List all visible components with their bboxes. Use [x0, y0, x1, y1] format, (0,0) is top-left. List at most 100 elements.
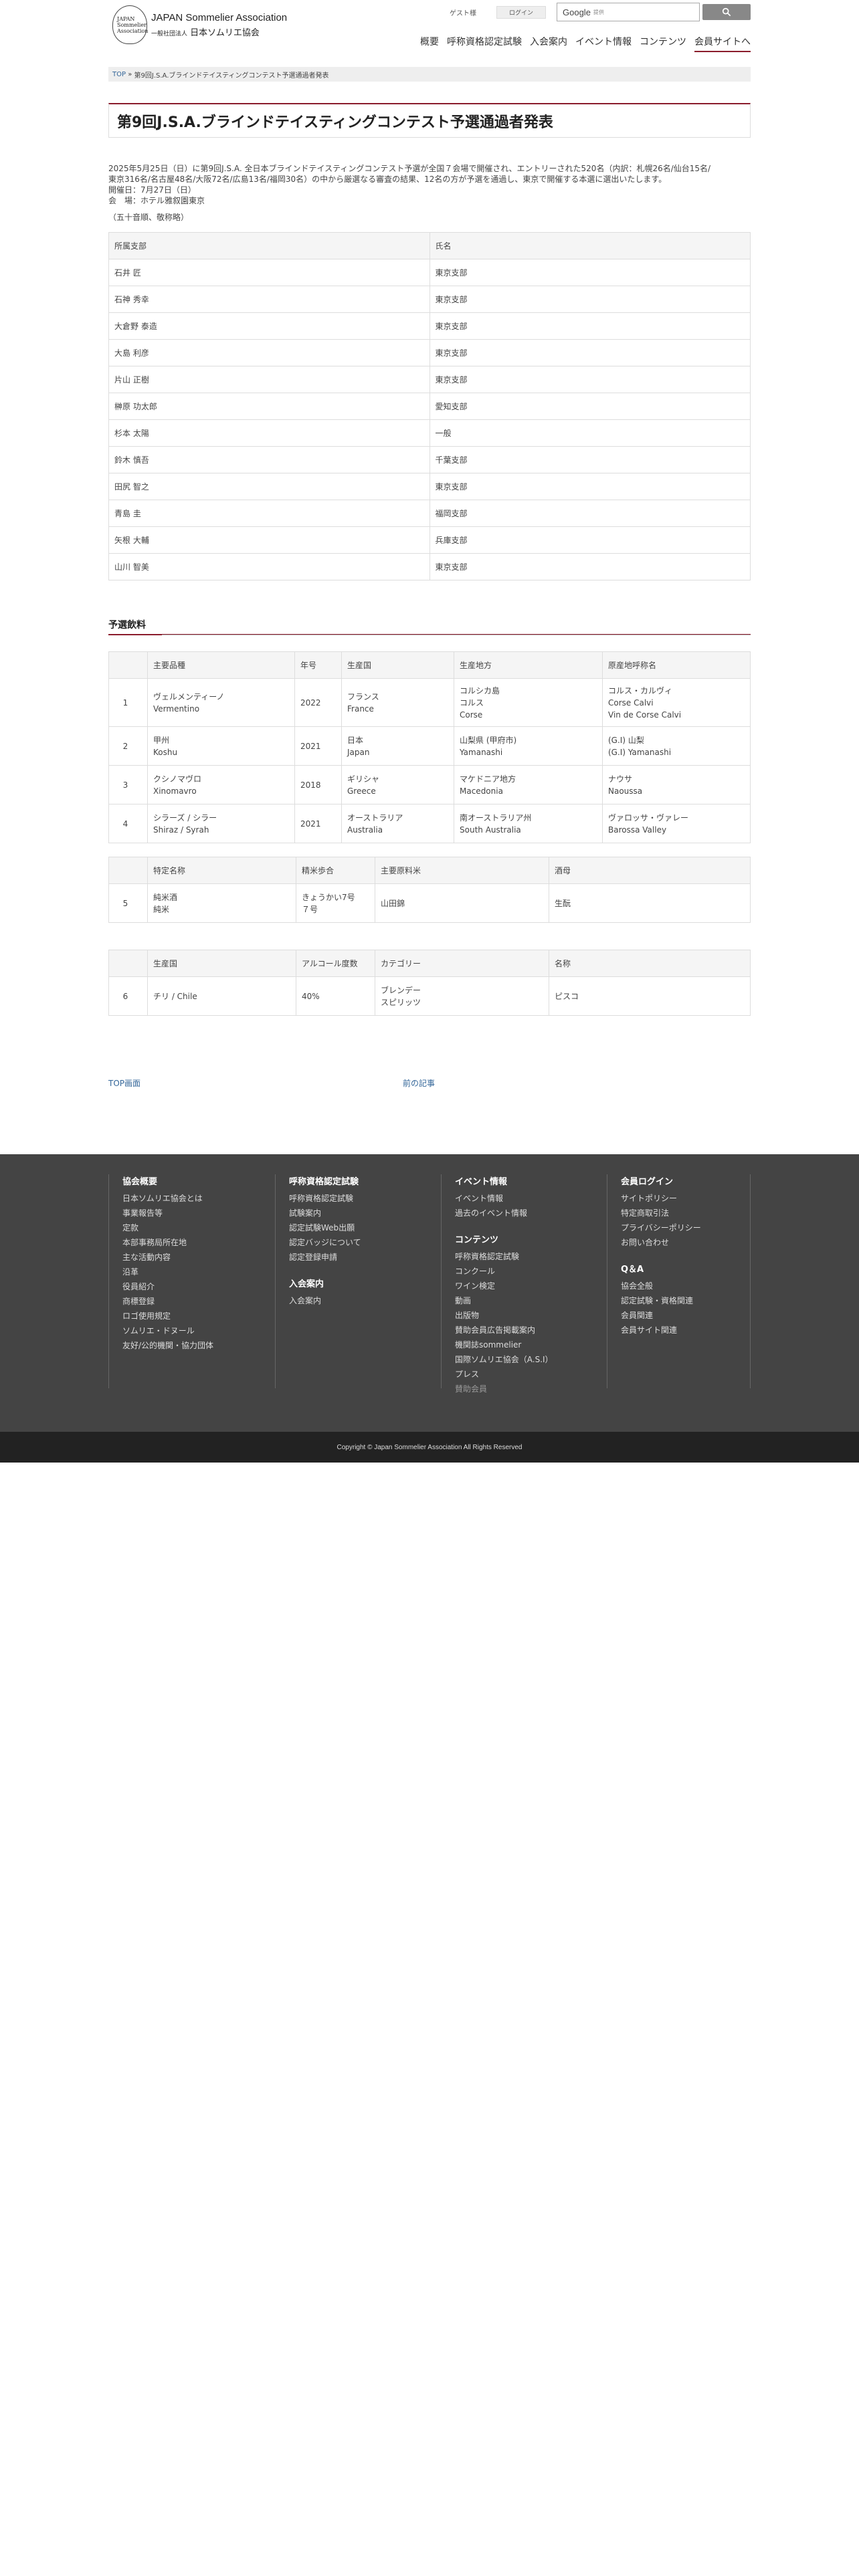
footer-link[interactable]: 会員サイト関連	[621, 1323, 750, 1337]
column-header: 所属支部	[108, 232, 430, 259]
table-row: 1 ヴェルメンティーノ Vermentino 2022 フランス France コルシカ島コ…	[108, 678, 751, 727]
footer-link[interactable]: 本部事務局所在地	[122, 1235, 275, 1250]
finalist-name: 矢根 大輔	[108, 526, 430, 554]
footer-link[interactable]: 事業報告等	[122, 1206, 275, 1220]
wine-no: 2	[108, 726, 148, 766]
finalist-name: 山川 智美	[108, 553, 430, 580]
footer-link[interactable]: 出版物	[455, 1308, 607, 1323]
wine-ao: (G.I) 山梨 (G.I) Yamanashi	[602, 726, 751, 766]
wine-region: コルシカ島 コルス Corse	[454, 678, 603, 727]
footer-link[interactable]: ソムリエ・ドヌール	[122, 1323, 275, 1338]
search-input[interactable]: Google 提供	[557, 3, 700, 21]
footer-link[interactable]: 日本ソムリエ協会とは	[122, 1191, 275, 1206]
table-row: 青島 圭福岡支部	[108, 500, 751, 527]
global-nav: 概要 呼称資格認定試験 入会案内 イベント情報 コンテンツ 会員サイトへ	[412, 35, 751, 52]
footer-link[interactable]: 認定試験Web出願	[289, 1220, 441, 1235]
footer-link[interactable]: コンクール	[455, 1264, 607, 1279]
footer-col-member: 会員ログイン サイトポリシー 特定商取引法 プライバシーポリシー お問い合わせ Q＆A…	[607, 1174, 751, 1388]
breadcrumb: TOP » 第9回J.S.A.ブラインドテイスティングコンテスト予選通過者発表	[108, 67, 751, 82]
finalist-branch: 東京支部	[429, 473, 751, 500]
footer-link[interactable]: 呼称資格認定試験	[289, 1191, 441, 1206]
search-button[interactable]	[702, 4, 751, 20]
footer-link[interactable]: 機関誌sommelier	[455, 1337, 607, 1352]
wine-ao: ナウサ Naoussa	[602, 765, 751, 804]
footer-link[interactable]: プライバシーポリシー	[621, 1220, 750, 1235]
nav-member-site[interactable]: 会員サイトへ	[694, 35, 751, 52]
footer-col-events: イベント情報 イベント情報 過去のイベント情報 コンテンツ 呼称資格認定試験 コンク…	[442, 1174, 607, 1394]
column-header: 名称	[549, 950, 751, 977]
footer-link[interactable]: 認定バッジについて	[289, 1235, 441, 1250]
footer-link[interactable]: プレス	[455, 1367, 607, 1382]
breadcrumb-top-link[interactable]: TOP	[112, 71, 126, 78]
prev-article-link[interactable]: 前の記事	[403, 1077, 435, 1089]
finalist-branch: 一般	[429, 419, 751, 447]
footer-link[interactable]: 呼称資格認定試験	[455, 1249, 607, 1264]
top-page-link[interactable]: TOP画面	[108, 1077, 140, 1089]
wine-year: 2021	[294, 726, 342, 766]
wine-country: フランス France	[341, 678, 454, 727]
wine-year: 2022	[294, 678, 342, 727]
footer-link[interactable]: 国際ソムリエ協会（A.S.I）	[455, 1352, 607, 1367]
footer-link[interactable]: 入会案内	[289, 1293, 441, 1308]
footer-link[interactable]: 会員関連	[621, 1308, 750, 1323]
footer-link[interactable]: 協会全般	[621, 1279, 750, 1293]
site-search: Google 提供	[557, 3, 751, 21]
site-footer: 協会概要 日本ソムリエ協会とは 事業報告等 定款 本部事務局所在地 主な活動内容 沿革 役員…	[0, 1154, 859, 1432]
finalist-name: 鈴木 慎吾	[108, 446, 430, 473]
copyright: Copyright © Japan Sommelier Association …	[0, 1432, 859, 1463]
pager: TOP画面 前の記事	[108, 1077, 751, 1089]
wine-country: ギリシャ Greece	[341, 765, 454, 804]
table-row: 石井 匠東京支部	[108, 259, 751, 286]
footer-link[interactable]: 試験案内	[289, 1206, 441, 1220]
sake-table: 特定名称 精米歩合 主要原料米 酒母 5 純米酒 純米 きょうかい7号 ７号 山田錦…	[108, 857, 751, 923]
wine-country: 日本 Japan	[341, 726, 454, 766]
table-row: 石神 秀幸 東京支部	[108, 286, 751, 313]
wines-table: 主要品種 年号 生産国 生産地方 原産地呼称名 1 ヴェルメンティーノ Vermen…	[108, 651, 751, 843]
finalist-name: 青島 圭	[108, 500, 430, 527]
table-row: 6 チリ / Chile 40% ブレンデー スピリッツ ピスコ	[108, 976, 751, 1016]
footer-link[interactable]: 認定試験・資格関連	[621, 1293, 750, 1308]
logo-japanese: 一般社団法人 日本ソムリエ協会	[151, 27, 260, 38]
footer-link[interactable]: 過去のイベント情報	[455, 1206, 607, 1220]
column-header: 酒母	[549, 857, 751, 884]
table-row: 5 純米酒 純米 きょうかい7号 ７号 山田錦 生酛	[108, 883, 751, 923]
column-header	[108, 950, 148, 977]
footer-link[interactable]: 友好/公的機関・協力団体	[122, 1338, 275, 1353]
table-row: 榊原 功太郎 愛知支部	[108, 393, 751, 420]
wine-year: 2021	[294, 804, 342, 843]
footer-link[interactable]: お問い合わせ	[621, 1235, 750, 1250]
footer-link[interactable]: ロゴ使用規定	[122, 1309, 275, 1323]
footer-link[interactable]: 役員紹介	[122, 1279, 275, 1294]
footer-link[interactable]: 商標登録	[122, 1294, 275, 1309]
footer-link[interactable]: 沿革	[122, 1265, 275, 1279]
column-header: カテゴリー	[375, 950, 549, 977]
column-header: 主要品種	[147, 651, 295, 679]
footer-link[interactable]: イベント情報	[455, 1191, 607, 1206]
nav-join[interactable]: 入会案内	[530, 35, 567, 52]
table-row: 杉本 太陽 一般	[108, 419, 751, 447]
footer-link[interactable]: 賛助会員	[455, 1382, 607, 1396]
nav-exam[interactable]: 呼称資格認定試験	[447, 35, 522, 52]
finalist-name: 大倉野 泰造	[108, 312, 430, 340]
login-button[interactable]: ログイン	[496, 5, 546, 19]
wine-no: 4	[108, 804, 148, 843]
footer-link[interactable]: ワイン検定	[455, 1279, 607, 1293]
footer-link[interactable]: 動画	[455, 1293, 607, 1308]
footer-link[interactable]: 定款	[122, 1220, 275, 1235]
site-logo[interactable]: JAPAN Sommelier Association JAPAN Sommel…	[112, 5, 287, 44]
footer-link[interactable]: 賛助会員広告掲載案内	[455, 1323, 607, 1337]
column-header: 生産国	[341, 651, 454, 679]
search-icon	[722, 7, 731, 17]
column-header: 主要原料米	[375, 857, 549, 884]
table-row: 2 甲州 Koshu 2021 日本 Japan 山梨県 (甲府市) Yamanashi (G.…	[108, 726, 751, 766]
footer-link[interactable]: 特定商取引法	[621, 1206, 750, 1220]
nav-contents[interactable]: コンテンツ	[640, 35, 686, 52]
wine-ao: ヴァロッサ・ヴァレー Barossa Valley	[602, 804, 751, 843]
footer-link[interactable]: 認定登録申請	[289, 1250, 441, 1265]
table-row: 片山 正樹 東京支部	[108, 366, 751, 393]
footer-link[interactable]: サイトポリシー	[621, 1191, 750, 1206]
nav-overview[interactable]: 概要	[420, 35, 439, 52]
utility-bar: ゲスト様 ログイン Google 提供	[450, 3, 751, 21]
footer-link[interactable]: 主な活動内容	[122, 1250, 275, 1265]
nav-events[interactable]: イベント情報	[575, 35, 632, 52]
